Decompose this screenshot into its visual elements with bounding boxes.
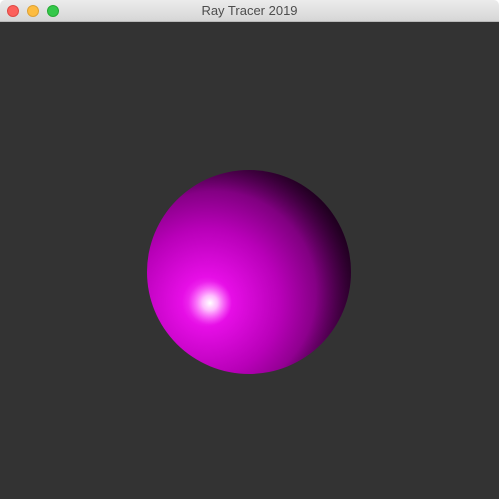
app-window: Ray Tracer 2019 xyxy=(0,0,499,499)
rendered-scene xyxy=(147,170,351,374)
title-bar[interactable]: Ray Tracer 2019 xyxy=(0,0,499,22)
specular-highlight xyxy=(188,281,232,325)
render-canvas xyxy=(0,22,499,499)
sphere-rim-shadow xyxy=(147,170,351,374)
window-title: Ray Tracer 2019 xyxy=(201,3,298,18)
